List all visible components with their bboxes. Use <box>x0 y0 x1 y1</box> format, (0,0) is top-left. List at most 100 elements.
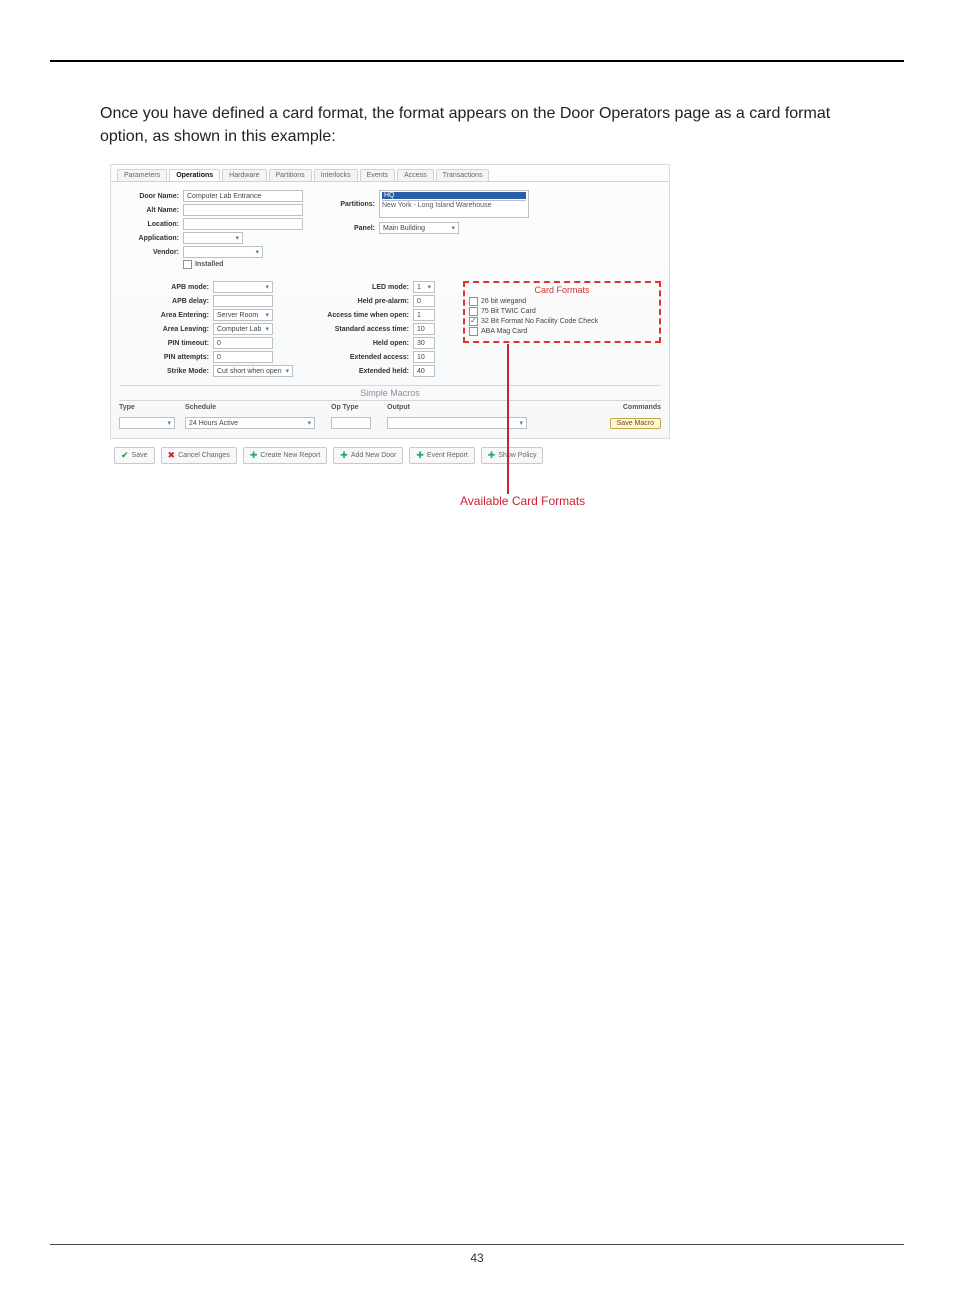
partition-selected[interactable]: HQ <box>382 192 526 199</box>
figure-wrap: Parameters Operations Hardware Partition… <box>50 164 904 524</box>
strike-mode-label: Strike Mode: <box>119 368 213 375</box>
macro-type-select[interactable] <box>119 417 175 429</box>
pin-attempts-input[interactable]: 0 <box>213 351 273 363</box>
add-door-button[interactable]: ✚Add New Door <box>333 447 403 464</box>
card-formats-title: Card Formats <box>469 285 655 295</box>
apb-delay-input[interactable] <box>213 295 273 307</box>
card-format-checkbox[interactable] <box>469 327 478 336</box>
intro-paragraph: Once you have defined a card format, the… <box>50 102 904 164</box>
application-select[interactable] <box>183 232 243 244</box>
save-macro-button[interactable]: Save Macro <box>610 418 661 429</box>
partitions-label: Partitions: <box>329 201 379 208</box>
tab-parameters[interactable]: Parameters <box>117 169 167 181</box>
cancel-button[interactable]: ✖Cancel Changes <box>161 447 237 464</box>
door-name-input[interactable]: Computer Lab Entrance <box>183 190 303 202</box>
card-format-checkbox[interactable] <box>469 297 478 306</box>
macro-optype-input[interactable] <box>331 417 371 429</box>
held-prealarm-input[interactable]: 0 <box>413 295 435 307</box>
event-report-label: Event Report <box>427 452 468 459</box>
alt-name-input[interactable] <box>183 204 303 216</box>
card-format-item[interactable]: 75 Bit TWIC Card <box>469 307 655 316</box>
card-format-label: 75 Bit TWIC Card <box>481 308 536 315</box>
cancel-icon: ✖ <box>168 450 176 461</box>
simple-macros-header: Simple Macros <box>119 385 661 401</box>
area-entering-label: Area Entering: <box>119 312 213 319</box>
location-label: Location: <box>119 221 183 228</box>
location-input[interactable] <box>183 218 303 230</box>
area-entering-select[interactable]: Server Room <box>213 309 273 321</box>
macros-row: 24 Hours Active Save Macro <box>111 414 669 432</box>
std-access-time-label: Standard access time: <box>303 326 413 333</box>
tab-partitions[interactable]: Partitions <box>269 169 312 181</box>
card-formats-box: Card Formats 26 bit wiegand 75 Bit TWIC … <box>463 281 661 343</box>
apb-mode-select[interactable] <box>213 281 273 293</box>
held-open-input[interactable]: 30 <box>413 337 435 349</box>
held-open-label: Held open: <box>303 340 413 347</box>
create-report-button[interactable]: ✚Create New Report <box>243 447 327 464</box>
macro-output-select[interactable] <box>387 417 527 429</box>
std-access-time-input[interactable]: 10 <box>413 323 435 335</box>
tab-bar: Parameters Operations Hardware Partition… <box>111 165 669 182</box>
event-report-button[interactable]: ✚Event Report <box>409 447 474 464</box>
tab-access[interactable]: Access <box>397 169 434 181</box>
tab-interlocks[interactable]: Interlocks <box>314 169 358 181</box>
upper-panel: Door Name:Computer Lab Entrance Alt Name… <box>111 182 669 273</box>
card-format-checkbox[interactable] <box>469 317 478 326</box>
show-policy-label: Show Policy <box>498 452 536 459</box>
macro-h-type: Type <box>119 404 179 411</box>
application-label: Application: <box>119 235 183 242</box>
card-format-item[interactable]: ABA Mag Card <box>469 327 655 336</box>
macro-h-output: Output <box>387 404 537 411</box>
save-button[interactable]: ✔Save <box>114 447 155 464</box>
access-time-open-label: Access time when open: <box>303 312 413 319</box>
annotation-arrow: Available Card Formats <box>110 464 670 524</box>
access-time-open-input[interactable]: 1 <box>413 309 435 321</box>
alt-name-label: Alt Name: <box>119 207 183 214</box>
plus-icon: ✚ <box>250 450 258 461</box>
macro-h-schedule: Schedule <box>185 404 325 411</box>
door-name-label: Door Name: <box>119 193 183 200</box>
ext-held-input[interactable]: 40 <box>413 365 435 377</box>
held-prealarm-label: Held pre-alarm: <box>303 298 413 305</box>
show-policy-button[interactable]: ✚Show Policy <box>481 447 544 464</box>
installed-label: Installed <box>195 261 223 268</box>
card-format-item[interactable]: 26 bit wiegand <box>469 297 655 306</box>
cancel-label: Cancel Changes <box>178 452 230 459</box>
vendor-label: Vendor: <box>119 249 183 256</box>
app-screenshot: Parameters Operations Hardware Partition… <box>110 164 670 439</box>
ext-access-label: Extended access: <box>303 354 413 361</box>
mid-panel: APB mode: APB delay: Area Entering:Serve… <box>111 273 669 381</box>
tab-hardware[interactable]: Hardware <box>222 169 266 181</box>
strike-mode-select[interactable]: Cut short when open <box>213 365 293 377</box>
action-bar: ✔Save ✖Cancel Changes ✚Create New Report… <box>110 439 670 464</box>
macros-header-row: Type Schedule Op Type Output Commands <box>111 401 669 414</box>
led-mode-select[interactable]: 1 <box>413 281 435 293</box>
create-report-label: Create New Report <box>260 452 320 459</box>
tab-operations[interactable]: Operations <box>169 169 220 181</box>
partitions-listbox[interactable]: HQ New York - Long Island Warehouse <box>379 190 529 218</box>
plus-icon: ✚ <box>488 450 496 461</box>
led-mode-label: LED mode: <box>303 284 413 291</box>
panel-select[interactable]: Main Building <box>379 222 459 234</box>
top-rule <box>50 60 904 62</box>
plus-icon: ✚ <box>416 450 424 461</box>
ext-access-input[interactable]: 10 <box>413 351 435 363</box>
vendor-select[interactable] <box>183 246 263 258</box>
pin-timeout-label: PIN timeout: <box>119 340 213 347</box>
tab-transactions[interactable]: Transactions <box>436 169 490 181</box>
card-format-checkbox[interactable] <box>469 307 478 316</box>
macro-schedule-select[interactable]: 24 Hours Active <box>185 417 315 429</box>
plus-icon: ✚ <box>340 450 348 461</box>
panel-label: Panel: <box>329 225 379 232</box>
tab-events[interactable]: Events <box>360 169 395 181</box>
pin-timeout-input[interactable]: 0 <box>213 337 273 349</box>
installed-checkbox[interactable] <box>183 260 192 269</box>
card-format-item[interactable]: 32 Bit Format No Facility Code Check <box>469 317 655 326</box>
partition-other[interactable]: New York - Long Island Warehouse <box>382 200 526 209</box>
card-format-label: 26 bit wiegand <box>481 298 526 305</box>
area-leaving-select[interactable]: Computer Lab <box>213 323 273 335</box>
arrow-line <box>507 344 509 494</box>
macro-h-commands: Commands <box>571 404 661 411</box>
ext-held-label: Extended held: <box>303 368 413 375</box>
arrow-label: Available Card Formats <box>460 494 585 508</box>
